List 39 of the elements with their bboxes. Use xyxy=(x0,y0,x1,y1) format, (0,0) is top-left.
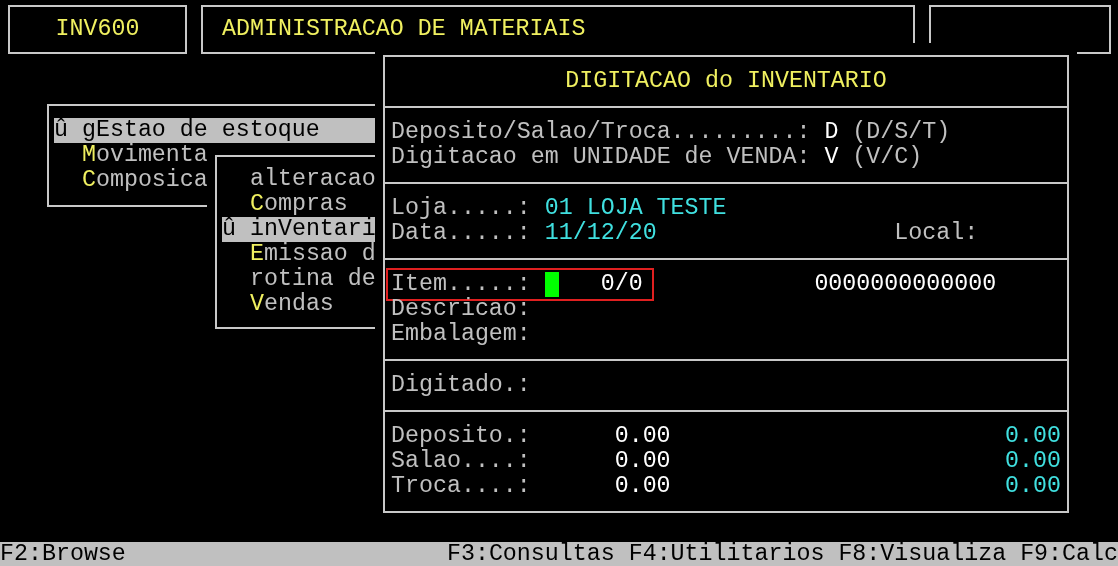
field-label: Deposito.: xyxy=(391,424,531,449)
field-label: Item.....: xyxy=(391,272,531,297)
field-value: 0.00 xyxy=(614,449,671,474)
field-label: Digitado.: xyxy=(391,373,531,398)
menu-item[interactable]: Compras xyxy=(222,192,348,217)
total-value: 0.00 xyxy=(1005,424,1061,449)
item-count: 0/0 xyxy=(600,272,643,297)
field-label: Deposito/Salao/Troca.........: xyxy=(391,120,811,145)
field-value[interactable]: V xyxy=(824,145,839,170)
field-label: Data.....: xyxy=(391,221,531,246)
field-label: Descricao: xyxy=(391,297,531,322)
menu-item[interactable]: û gEstao de estoque xyxy=(54,118,376,143)
total-value: 0.00 xyxy=(1005,449,1061,474)
field-hint: (V/C) xyxy=(852,145,923,170)
total-value: 0.00 xyxy=(1005,474,1061,499)
field-value: 0.00 xyxy=(614,474,671,499)
function-key-hint: F3:Consultas F4:Utilitarios F8:Visualiza F9:Calc xyxy=(446,541,1118,566)
field-label: Loja.....: xyxy=(391,196,531,221)
menu-item[interactable]: û inVentari xyxy=(222,217,376,242)
menu-item[interactable]: Movimenta xyxy=(54,143,208,168)
menu-item[interactable]: Composica xyxy=(54,168,208,193)
menu-item[interactable]: Emissao d xyxy=(222,242,376,267)
menu-item[interactable]: Vendas xyxy=(222,292,334,317)
field-value: 0.00 xyxy=(614,424,671,449)
dialog-title: DIGITACAO do INVENTARIO xyxy=(564,69,888,94)
field-value: 01 LOJA TESTE xyxy=(544,196,727,221)
field-value[interactable]: D xyxy=(824,120,839,145)
field-label: Salao....: xyxy=(391,449,531,474)
menu-item[interactable]: rotina de xyxy=(222,267,376,292)
field-label: Troca....: xyxy=(391,474,531,499)
function-key-hint: F2:Browse xyxy=(0,541,126,566)
menu-item[interactable]: alteracao xyxy=(222,167,376,192)
program-code: INV600 xyxy=(8,5,187,54)
field-hint: (D/S/T) xyxy=(852,120,951,145)
field-label: Local: xyxy=(894,221,979,246)
field-value: 11/12/20 xyxy=(544,221,657,246)
item-code: 0000000000000 xyxy=(814,272,997,297)
field-label: Embalagem: xyxy=(391,322,531,347)
field-label: Digitacao em UNIDADE de VENDA: xyxy=(391,145,811,170)
